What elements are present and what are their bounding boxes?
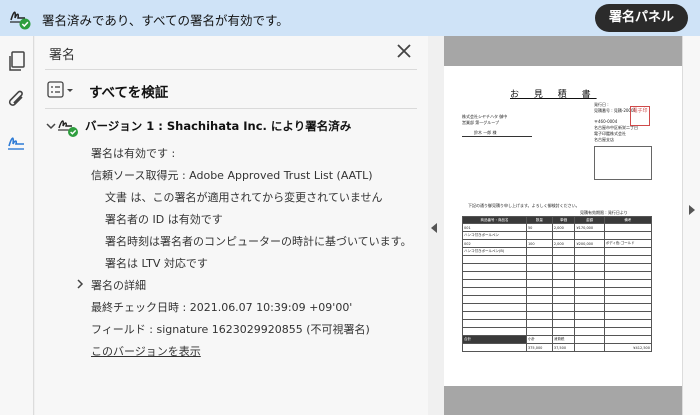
right-tool-rail <box>682 36 700 415</box>
pages-icon[interactable] <box>5 49 29 73</box>
table-header: 単価 <box>551 216 576 224</box>
panel-title: 署名 <box>49 48 76 63</box>
table-row <box>462 255 653 264</box>
chevron-down-icon[interactable] <box>45 120 57 132</box>
chevron-right-icon[interactable] <box>75 278 85 290</box>
viewer-gutter <box>444 36 682 66</box>
signatures-panel: 署名 すべてを検証 バージョン 1 : Shachihata Inc. により署… <box>35 36 428 415</box>
signing-time-status: 署名時刻は署名者のコンピューターの時計に基づいています。 <box>105 235 412 248</box>
last-checked: 最終チェック日時 : 2021.06.07 10:39:09 +09'00' <box>91 301 353 314</box>
underline <box>462 136 532 137</box>
signer-id-status: 署名者の ID は有効です <box>105 213 223 226</box>
table-row: 001 50 2,000 ¥170,000 <box>462 223 653 232</box>
client-company: 株式会社シヤチハタ 御中 <box>462 114 508 119</box>
verify-all-button[interactable]: すべてを検証 <box>89 81 168 101</box>
signature-details[interactable]: 署名の詳細 <box>91 277 146 293</box>
document-viewer[interactable]: お 見 積 書 発行日 : 見積番号 : 見積-20001 株式会社シヤチハタ … <box>444 36 682 415</box>
table-row: ハンコ付きボールペン <box>462 231 653 240</box>
totals-labels-row: 合計 小計 消費税 <box>462 335 653 344</box>
signature-valid-icon <box>58 120 78 137</box>
doc-unchanged-status: 文書 は、この署名が適用されてから変更されていません <box>105 191 383 204</box>
signature-status: 署名は有効です : <box>91 147 176 160</box>
table-row <box>462 279 653 288</box>
table-row <box>462 303 653 312</box>
document-title: お 見 積 書 <box>510 90 597 100</box>
collapse-panel-icon[interactable] <box>430 222 438 234</box>
table-row <box>462 319 653 328</box>
estimate-table: 商品番号・商品名 数量 単価 金額 備考 001 50 2,000 ¥170,000 … <box>462 216 653 352</box>
signature-field: フィールド : signature 1623029920855 (不可視署名) <box>91 323 370 336</box>
signature-panel-icon[interactable] <box>5 132 29 156</box>
signature-valid-icon <box>10 11 31 30</box>
table-header: 数量 <box>525 216 553 224</box>
divider <box>45 69 417 70</box>
intro-note: 下記の通り御見積り申し上げます。よろしく御検討ください。 <box>468 203 580 208</box>
table-header: 商品番号・商品名 <box>462 216 527 224</box>
view-version-link[interactable]: このバージョンを表示 <box>91 343 201 359</box>
expand-panel-icon[interactable] <box>688 204 696 216</box>
table-header: 金額 <box>574 216 605 224</box>
attachment-icon[interactable] <box>5 88 29 112</box>
client-person: 鈴木 一郎 様 <box>474 130 497 135</box>
client-department: 営業部 第一グループ <box>462 120 500 125</box>
signature-banner: 署名済みであり、すべての署名が有効です。 署名パネル <box>0 0 700 36</box>
banner-message: 署名済みであり、すべての署名が有効です。 <box>42 13 289 28</box>
left-tool-rail <box>0 36 34 415</box>
table-row <box>462 263 653 272</box>
viewer-gutter <box>444 386 682 415</box>
address-line: 電子印鑑株式会社 <box>594 131 626 136</box>
table-row <box>462 271 653 280</box>
issue-date: 発行日 : <box>594 102 609 107</box>
divider <box>45 108 417 109</box>
table-row <box>462 327 653 336</box>
totals-values-row: 375,000 37,500 ¥412,500 <box>462 343 653 352</box>
close-icon[interactable] <box>393 40 415 62</box>
table-row <box>462 295 653 304</box>
document-page: お 見 積 書 発行日 : 見積番号 : 見積-20001 株式会社シヤチハタ … <box>444 66 682 386</box>
options-menu-icon[interactable] <box>47 81 75 99</box>
table-row <box>462 311 653 320</box>
table-header: 備考 <box>603 216 653 224</box>
trust-source: 信頼ソース取得元 : Adobe Approved Trust List (AA… <box>91 169 373 182</box>
address-line: 名古屋市中区新栄二丁目 <box>594 125 638 130</box>
ltv-status: 署名は LTV 対応です <box>105 257 208 270</box>
table-row: ハンコ付きボールペン(B) <box>462 247 653 256</box>
seal-stamp: 電子印 <box>630 106 650 126</box>
address-line: 名古屋支店 <box>594 137 614 142</box>
validity-note: 見積有効期限 : 発行日より <box>580 210 628 215</box>
stamp-boxes <box>594 146 652 180</box>
postal-code: 〒460-0004 <box>594 119 618 124</box>
table-row: 002 100 2,000 ¥200,000 ボディ色:ゴールド <box>462 239 653 248</box>
version-title[interactable]: バージョン 1 : Shachihata Inc. により署名済み <box>85 118 351 134</box>
table-row <box>462 287 653 296</box>
signature-panel-button[interactable]: 署名パネル <box>594 4 688 32</box>
